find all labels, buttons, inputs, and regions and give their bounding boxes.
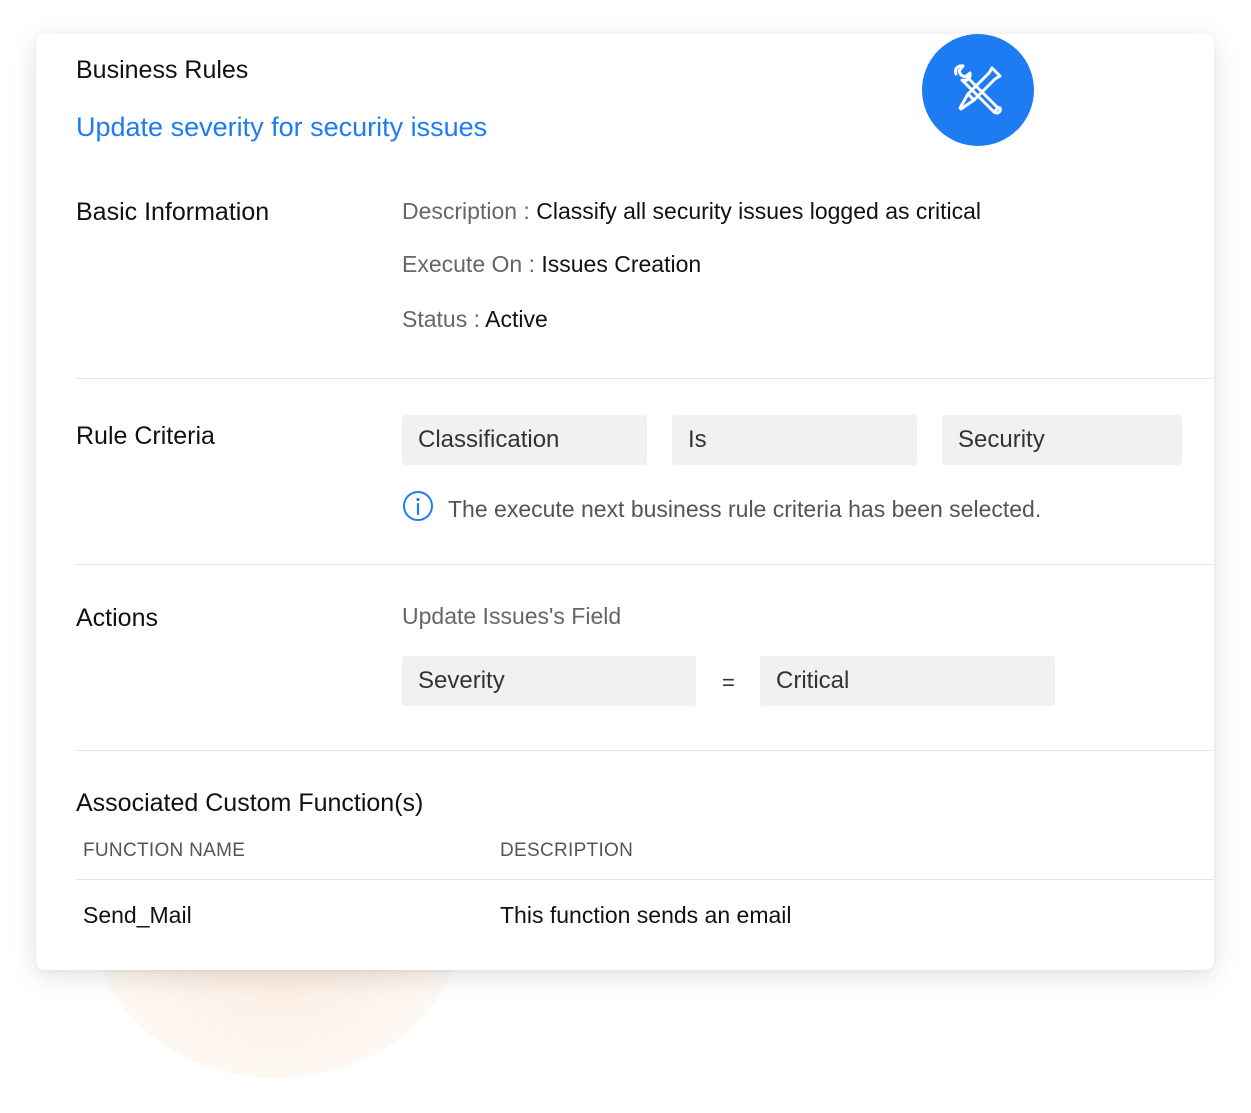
status-key: Status : (402, 306, 480, 332)
status-row: Status : Active (402, 306, 548, 333)
execute-on-value: Issues Creation (541, 251, 702, 277)
actions-label: Actions (76, 604, 158, 632)
page-title: Business Rules (76, 56, 249, 84)
action-value-box[interactable]: Critical (760, 656, 1055, 706)
execute-on-key: Execute On : (402, 251, 535, 277)
section-divider (76, 564, 1214, 565)
status-value: Active (485, 306, 548, 332)
section-divider (76, 378, 1214, 379)
column-header-function-name: FUNCTION NAME (83, 840, 246, 861)
rule-name-link[interactable]: Update severity for security issues (76, 112, 487, 143)
custom-functions-label: Associated Custom Function(s) (76, 789, 424, 817)
action-field-box[interactable]: Severity (402, 656, 696, 706)
function-description-cell: This function sends an email (500, 902, 792, 928)
section-divider (76, 750, 1214, 751)
criteria-value-box[interactable]: Security (942, 415, 1182, 465)
column-header-description: DESCRIPTION (500, 840, 634, 861)
wrench-screwdriver-icon (922, 34, 1034, 146)
info-icon (402, 490, 434, 528)
table-divider (76, 879, 1214, 880)
description-key: Description : (402, 198, 530, 224)
equals-sign: = (722, 670, 735, 695)
rule-criteria-label: Rule Criteria (76, 422, 215, 450)
business-rule-card: Business Rules Update severity for secur… (36, 34, 1214, 970)
description-row: Description : Classify all security issu… (402, 198, 981, 225)
execute-on-row: Execute On : Issues Creation (402, 251, 701, 278)
criteria-field-box[interactable]: Classification (402, 415, 647, 465)
action-title: Update Issues's Field (402, 603, 622, 629)
criteria-info-message: The execute next business rule criteria … (402, 490, 1041, 528)
info-text: The execute next business rule criteria … (448, 495, 1042, 522)
function-name-cell[interactable]: Send_Mail (83, 902, 192, 929)
criteria-operator-box[interactable]: Is (672, 415, 917, 465)
basic-information-label: Basic Information (76, 198, 270, 226)
description-value: Classify all security issues logged as c… (536, 198, 982, 224)
